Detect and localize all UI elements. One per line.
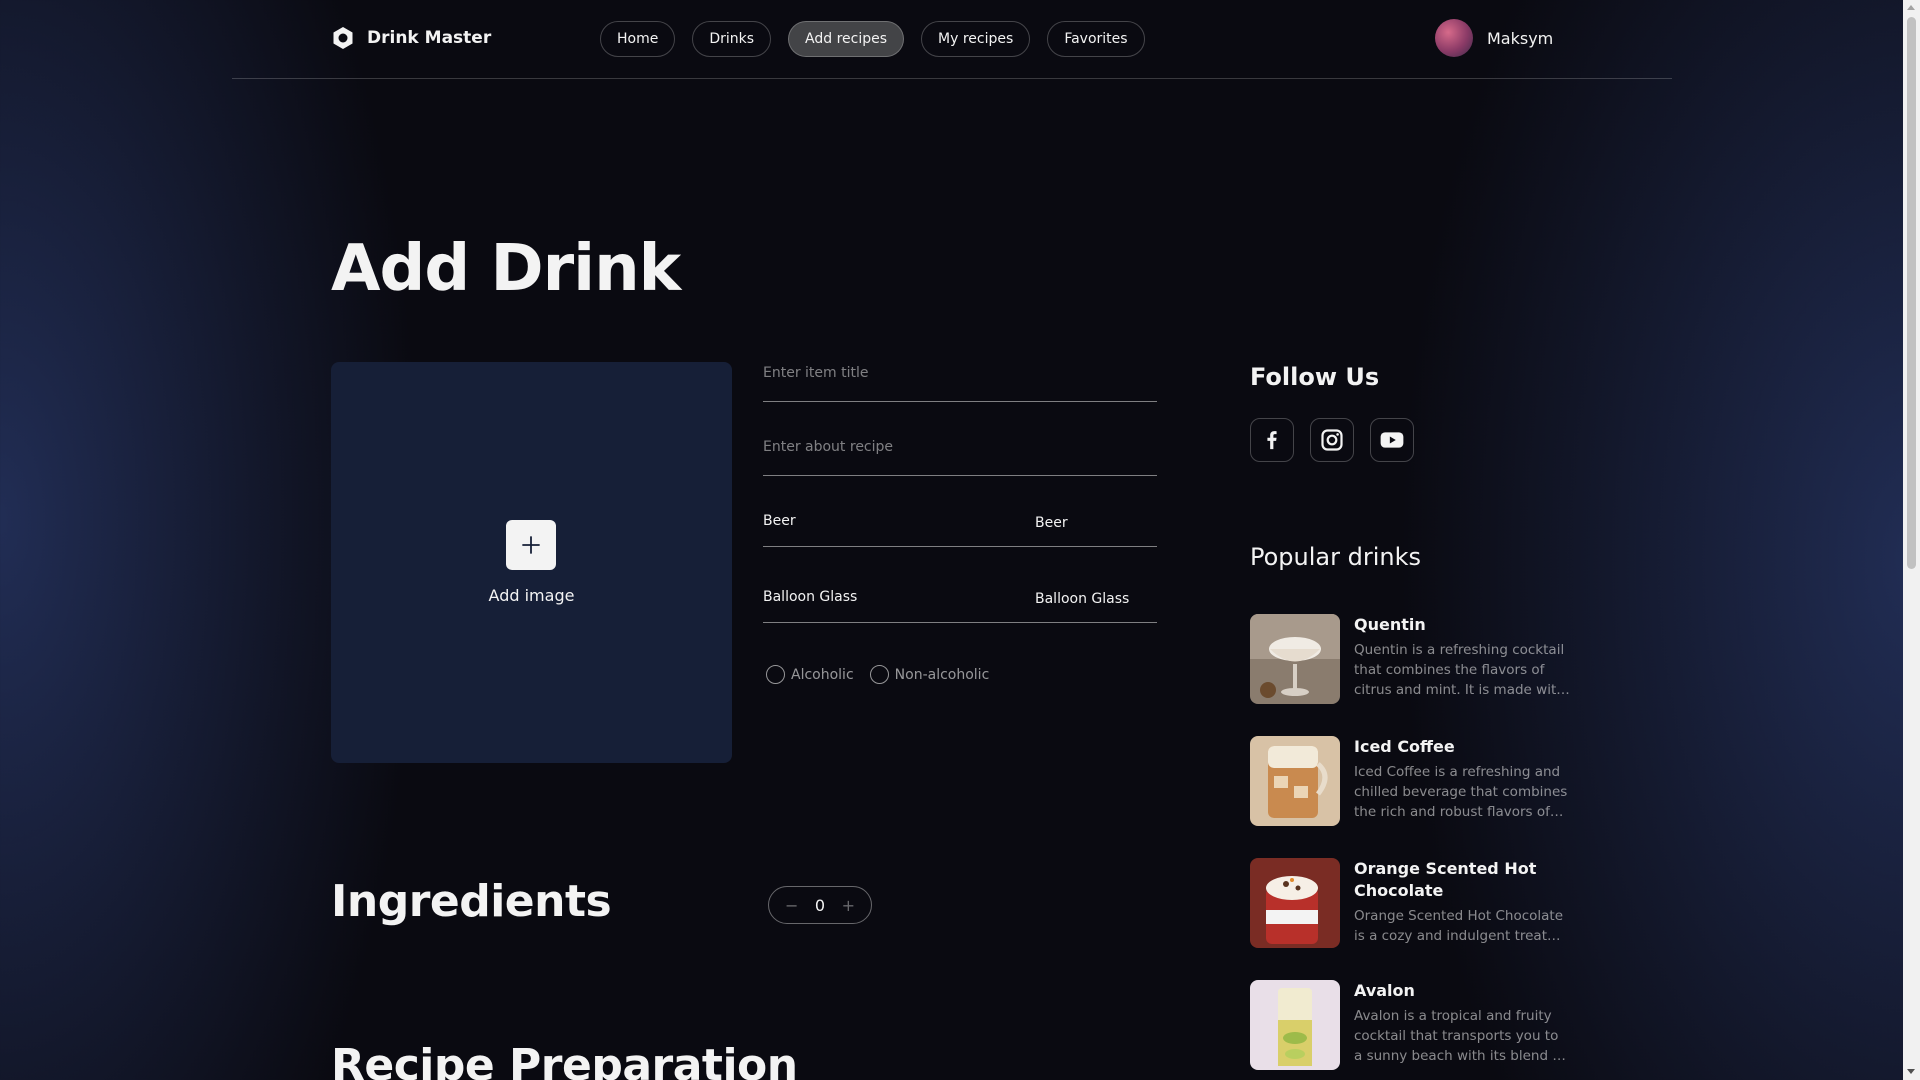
category-select[interactable]: Beer Beer <box>763 511 1157 547</box>
popular-drink-item[interactable]: Quentin Quentin is a refreshing cocktail… <box>1250 614 1570 704</box>
add-image-button[interactable] <box>506 520 556 570</box>
glass-select[interactable]: Balloon Glass Balloon Glass <box>763 587 1157 623</box>
scroll-up-arrow-icon[interactable] <box>1907 5 1915 10</box>
popular-drinks-title: Popular drinks <box>1250 543 1421 571</box>
glass-value[interactable]: Balloon Glass <box>1035 591 1129 607</box>
drink-image <box>1250 614 1340 704</box>
user-menu[interactable]: Maksym <box>1435 19 1553 57</box>
drink-thumbnail[interactable] <box>1250 736 1340 826</box>
popular-drink-item[interactable]: Orange Scented Hot Chocolate Orange Scen… <box>1250 858 1570 948</box>
drink-name[interactable]: Orange Scented Hot Chocolate <box>1354 858 1570 902</box>
ingredients-count: 0 <box>814 895 826 915</box>
category-label: Beer <box>763 513 796 529</box>
avatar <box>1435 19 1473 57</box>
page-scrollbar[interactable] <box>1903 0 1920 1080</box>
radio-circle[interactable] <box>766 665 785 684</box>
radio-non-alcoholic[interactable]: Non-alcoholic <box>869 665 990 684</box>
drink-description: Iced Coffee is a refreshing and chilled … <box>1354 764 1568 820</box>
radio-non-alcoholic-label: Non-alcoholic <box>894 666 990 683</box>
alcohol-radio-group: Alcoholic Non-alcoholic <box>766 665 989 684</box>
radio-circle[interactable] <box>869 665 889 684</box>
radio-alcoholic-label: Alcoholic <box>791 666 854 683</box>
scrollbar-thumb[interactable] <box>1907 17 1916 569</box>
facebook-icon <box>1267 431 1277 450</box>
about-input[interactable] <box>763 439 1157 455</box>
scroll-down-arrow-icon[interactable] <box>1907 1069 1915 1074</box>
drink-description: Orange Scented Hot Chocolate is a cozy a… <box>1354 908 1564 944</box>
drink-description: Quentin is a refreshing cocktail that co… <box>1354 642 1565 698</box>
facebook-link[interactable] <box>1250 418 1294 462</box>
drink-image <box>1250 736 1340 826</box>
user-name: Maksym <box>1487 28 1554 48</box>
nav-drinks[interactable]: Drinks <box>692 21 772 57</box>
logo-text: Drink Master <box>367 28 492 48</box>
drink-name[interactable]: Iced Coffee <box>1354 736 1570 758</box>
social-links <box>1250 418 1414 462</box>
instagram-icon <box>1321 429 1343 451</box>
drink-thumbnail[interactable] <box>1250 614 1340 704</box>
about-field <box>763 436 1157 476</box>
nav-add-recipes[interactable]: Add recipes <box>788 21 905 57</box>
glass-label: Balloon Glass <box>763 589 858 605</box>
increment-button[interactable]: + <box>842 896 855 915</box>
youtube-link[interactable] <box>1370 418 1414 462</box>
image-upload-area[interactable]: Add image <box>331 362 732 763</box>
nav-favorites[interactable]: Favorites <box>1047 21 1145 57</box>
popular-drink-item[interactable]: Iced Coffee Iced Coffee is a refreshing … <box>1250 736 1570 826</box>
youtube-icon <box>1380 432 1404 448</box>
ingredients-stepper: − 0 + <box>768 886 872 924</box>
drink-image <box>1250 858 1340 948</box>
popular-drink-item[interactable]: Avalon Avalon is a tropical and fruity c… <box>1250 980 1570 1070</box>
drink-name[interactable]: Avalon <box>1354 980 1570 1002</box>
nav-my-recipes[interactable]: My recipes <box>921 21 1031 57</box>
main-nav: Home Drinks Add recipes My recipes Favor… <box>600 21 1145 57</box>
nav-home[interactable]: Home <box>600 21 676 57</box>
page-title: Add Drink <box>331 232 681 306</box>
title-field <box>763 362 1157 402</box>
radio-alcoholic[interactable]: Alcoholic <box>766 665 854 684</box>
plus-icon <box>522 536 540 554</box>
drink-thumbnail[interactable] <box>1250 980 1340 1070</box>
site-header: Drink Master Home Drinks Add recipes My … <box>232 0 1672 79</box>
recipe-preparation-title: Recipe Preparation <box>331 1040 798 1080</box>
decrement-button[interactable]: − <box>785 896 798 915</box>
logo[interactable]: Drink Master <box>331 26 491 50</box>
drink-thumbnail[interactable] <box>1250 858 1340 948</box>
drink-name[interactable]: Quentin <box>1354 614 1570 636</box>
category-value[interactable]: Beer <box>1035 515 1068 531</box>
logo-icon <box>333 27 353 49</box>
follow-us-title: Follow Us <box>1250 363 1380 391</box>
ingredients-title: Ingredients <box>331 876 612 927</box>
drink-description: Avalon is a tropical and fruity cocktail… <box>1354 1008 1566 1064</box>
drink-image <box>1250 980 1340 1070</box>
instagram-link[interactable] <box>1310 418 1354 462</box>
title-input[interactable] <box>763 365 1157 381</box>
add-image-label: Add image <box>488 586 575 605</box>
